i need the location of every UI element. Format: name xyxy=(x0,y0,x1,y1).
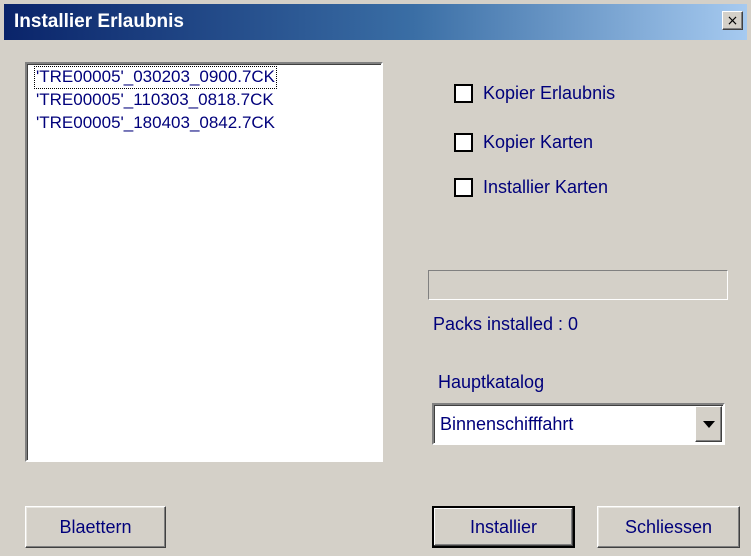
kopier-erlaubnis-option[interactable]: Kopier Erlaubnis xyxy=(454,80,615,106)
packs-installed-status: Packs installed : 0 xyxy=(433,314,579,334)
installier-karten-option[interactable]: Installier Karten xyxy=(454,174,608,200)
title-bar[interactable]: Installier Erlaubnis × xyxy=(4,4,747,40)
list-item[interactable]: 'TRE00005'_180403_0842.7CK xyxy=(34,112,277,135)
installier-karten-checkbox[interactable] xyxy=(454,177,473,197)
list-item[interactable]: 'TRE00005'_110303_0818.7CK xyxy=(34,89,276,112)
chevron-down-icon xyxy=(702,420,715,428)
close-icon[interactable]: × xyxy=(722,11,743,30)
dropdown-button[interactable] xyxy=(695,406,722,442)
close-button[interactable]: Schliessen xyxy=(597,506,740,548)
kopier-erlaubnis-checkbox[interactable] xyxy=(454,83,473,103)
kopier-karten-checkbox[interactable] xyxy=(454,132,473,152)
close-glyph: × xyxy=(726,12,739,29)
installier-karten-label[interactable]: Installier Karten xyxy=(483,177,608,198)
kopier-erlaubnis-label[interactable]: Kopier Erlaubnis xyxy=(483,83,615,104)
install-button[interactable]: Installier xyxy=(432,506,575,548)
hauptkatalog-label: Hauptkatalog xyxy=(438,372,545,392)
file-listbox[interactable]: 'TRE00005'_030203_0900.7CK 'TRE00005'_11… xyxy=(25,62,383,462)
kopier-karten-option[interactable]: Kopier Karten xyxy=(454,129,593,155)
install-progress-bar xyxy=(428,270,728,300)
dialog-window: Installier Erlaubnis × 'TRE00005'_030203… xyxy=(0,0,751,556)
hauptkatalog-selected-value[interactable]: Binnenschifffahrt xyxy=(440,414,573,435)
browse-button[interactable]: Blaettern xyxy=(25,506,166,548)
kopier-karten-label[interactable]: Kopier Karten xyxy=(483,132,593,153)
window-title: Installier Erlaubnis xyxy=(14,11,184,32)
hauptkatalog-select[interactable]: Binnenschifffahrt xyxy=(432,403,725,445)
list-item[interactable]: 'TRE00005'_030203_0900.7CK xyxy=(34,66,278,89)
